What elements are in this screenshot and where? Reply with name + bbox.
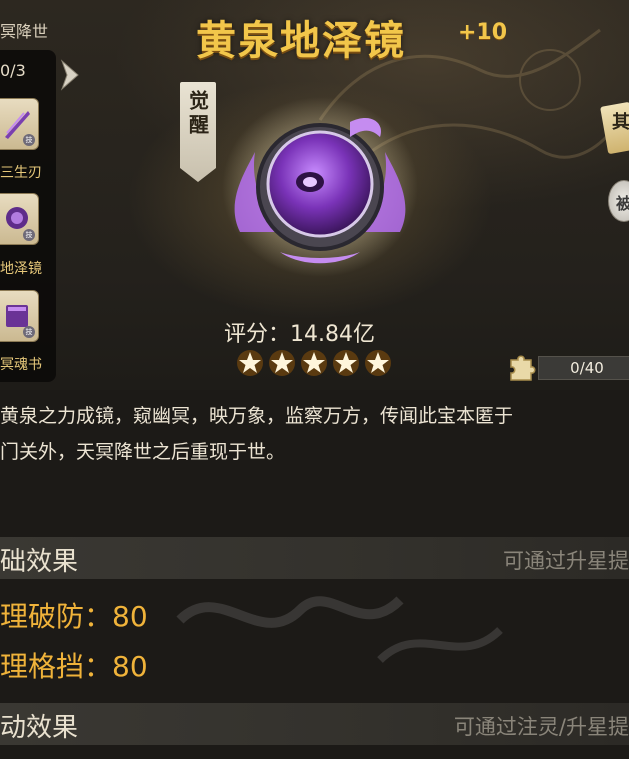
awaken-label: 觉醒	[185, 90, 210, 138]
star-icon	[269, 350, 295, 376]
star-rating	[236, 349, 392, 377]
base-effect-header: 础效果 可通过升星提	[0, 537, 629, 579]
item-score: 评分：14.84亿	[224, 322, 375, 347]
collection-slot-1[interactable]: 技	[0, 98, 39, 150]
skill-badge: 技	[23, 326, 35, 338]
collection-slot-2-name: 地泽镜	[0, 261, 42, 277]
stat-line: 理破防：80	[0, 600, 148, 633]
stat-line: 理格挡：80	[0, 650, 148, 683]
passive-effect-header: 动效果 可通过注灵/升星提	[0, 703, 629, 745]
collection-slot-1-name: 三生刃	[0, 165, 42, 181]
skill-badge: 技	[23, 229, 35, 241]
passive-effect-hint: 可通过注灵/升星提	[453, 715, 629, 739]
fragment-progress-text: 0/40	[570, 359, 604, 377]
item-name: 黄泉地泽镜	[196, 18, 406, 64]
fragment-progress-bar: 0/40	[538, 356, 629, 380]
star-icon	[301, 350, 327, 376]
skill-badge: 技	[23, 134, 35, 146]
collection-slot-3-name: 冥魂书	[0, 357, 42, 373]
item-level: +10	[458, 20, 508, 45]
star-icon	[365, 350, 391, 376]
collection-count: 0/3	[0, 61, 26, 80]
side-scroll-label: 其	[612, 112, 629, 133]
side-badge-label: 被	[616, 194, 629, 213]
collection-slot-3[interactable]: 技	[0, 290, 39, 342]
expand-arrow-icon[interactable]	[58, 57, 84, 93]
passive-effect-title: 动效果	[0, 713, 79, 743]
collection-slot-2[interactable]: 技	[0, 193, 39, 245]
puzzle-piece-icon	[510, 355, 536, 381]
mirror-artifact-icon	[222, 97, 418, 277]
star-icon	[237, 350, 263, 376]
item-description: 黄泉之力成镜，窥幽冥，映万象，监察万方，传闻此宝本匿于 门关外，天冥降世之后重现…	[0, 405, 514, 463]
base-effect-title: 础效果	[0, 547, 79, 577]
base-effect-hint: 可通过升星提	[503, 549, 629, 573]
collection-title: 冥降世	[0, 22, 49, 41]
star-icon	[333, 350, 359, 376]
awaken-tag[interactable]: 觉醒	[180, 82, 216, 182]
